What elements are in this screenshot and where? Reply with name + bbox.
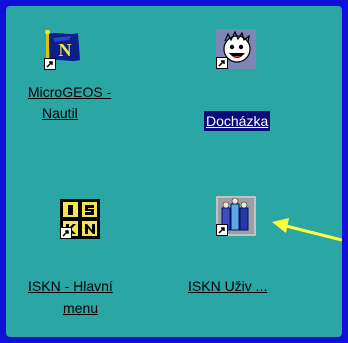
pointer-arrow-icon — [272, 218, 342, 242]
desktop: N MicroGEOS - Nautil Docházka ISKN - Hla… — [6, 6, 342, 337]
